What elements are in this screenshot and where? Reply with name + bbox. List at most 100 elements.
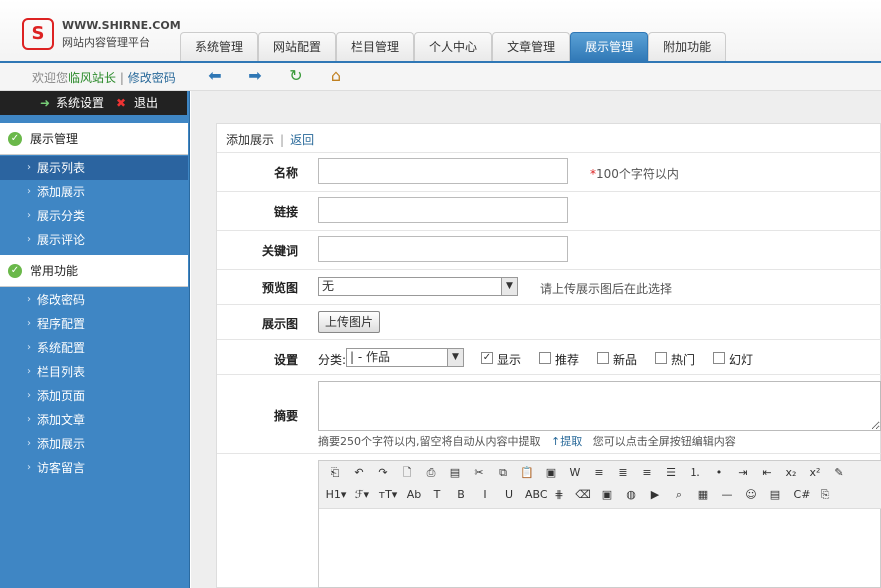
italic-icon[interactable]: I [477, 487, 493, 503]
code-icon[interactable]: C# [791, 487, 813, 503]
new-label: 新品 [613, 353, 638, 367]
sidebar-item-showcase-list[interactable]: › 展示列表 [0, 156, 188, 180]
panel-title: 添加展示 | 返回 [226, 131, 314, 148]
image-icon[interactable]: ▣ [599, 487, 615, 503]
emoticon-icon[interactable]: ☺ [743, 487, 759, 503]
section-title: 展示管理 [30, 132, 79, 146]
print-icon[interactable]: ⎙ [423, 465, 439, 481]
justify-icon[interactable]: ☰ [663, 465, 679, 481]
sidebar-item-change-password[interactable]: › 修改密码 [0, 288, 188, 312]
sidebar-item-add-page[interactable]: › 添加页面 [0, 384, 188, 408]
source-icon[interactable]: ⎗ [327, 465, 343, 481]
category-select[interactable]: | - 作品 ▼ [346, 348, 464, 367]
editor-toolbar: ⎗ ↶ ↷ 🗋 ⎙ ▤ ✂ ⧉ 📋 ▣ W ≡ ≣ ≡ ☰ ⒈ • ⇥ ⇤ x₂ x² ✎ H1▾ ℱ▾ тT▾ Ab T B I U AB… [319, 461, 881, 509]
preview-select[interactable]: 无 ▼ [318, 277, 518, 296]
align-right-icon[interactable]: ≡ [639, 465, 655, 481]
sidebar-item-guestbook[interactable]: › 访客留言 [0, 456, 188, 480]
flash-icon[interactable]: ◍ [623, 487, 639, 503]
extract-link[interactable]: ↑提取 [551, 435, 582, 448]
refresh-icon[interactable]: ↻ [287, 67, 305, 85]
name-input[interactable] [318, 158, 568, 184]
sidebar-item-showcase-category[interactable]: › 展示分类 [0, 204, 188, 228]
sidebar-item-program-config[interactable]: › 程序配置 [0, 312, 188, 336]
tab-columns[interactable]: 栏目管理 [336, 32, 415, 62]
summary-textarea[interactable] [318, 381, 881, 431]
arrow-right-icon[interactable]: ➡ [246, 67, 264, 85]
align-left-icon[interactable]: ≡ [591, 465, 607, 481]
pagebreak-icon[interactable]: ⎘ [817, 487, 833, 503]
strikethrough-icon[interactable]: ABC [525, 487, 548, 503]
unordered-list-icon[interactable]: • [711, 465, 727, 481]
arrow-left-icon[interactable]: ⬅ [206, 67, 224, 85]
section-common[interactable]: ✓ 常用功能 [0, 255, 188, 287]
home-icon[interactable]: ⌂ [327, 67, 345, 85]
name-hint: *100个字符以内 [590, 165, 679, 182]
sidebar-item-add-article[interactable]: › 添加文章 [0, 408, 188, 432]
settings-icon: ➜ [40, 96, 51, 110]
tab-articles[interactable]: 文章管理 [492, 32, 571, 62]
check-icon: ✓ [8, 264, 22, 278]
bold-icon[interactable]: B [453, 487, 469, 503]
bullet-icon: › [27, 462, 31, 473]
attachment-icon[interactable]: ⌕ [671, 487, 687, 503]
back-link[interactable]: 返回 [290, 133, 314, 147]
tab-showcase[interactable]: 展示管理 [570, 32, 649, 62]
image-label: 展示图 [261, 317, 298, 331]
redo-icon[interactable]: ↷ [375, 465, 391, 481]
tab-system[interactable]: 系统管理 [180, 32, 259, 62]
slide-checkbox[interactable] [713, 352, 725, 364]
bullet-icon: › [27, 294, 31, 305]
copy-icon[interactable]: ⧉ [495, 465, 511, 481]
underline-icon[interactable]: U [501, 487, 517, 503]
tab-extras[interactable]: 附加功能 [648, 32, 727, 62]
link-input[interactable] [318, 197, 568, 223]
font-family-icon[interactable]: ℱ▾ [351, 487, 373, 503]
media-icon[interactable]: ▶ [647, 487, 663, 503]
paste-word-icon[interactable]: W [567, 465, 583, 481]
undo-icon[interactable]: ↶ [351, 465, 367, 481]
sidebar-item-label: 添加页面 [37, 389, 86, 403]
sidebar-item-add-showcase-2[interactable]: › 添加展示 [0, 432, 188, 456]
sidebar-item-add-showcase[interactable]: › 添加展示 [0, 180, 188, 204]
ordered-list-icon[interactable]: ⒈ [687, 465, 703, 481]
keywords-input[interactable] [318, 236, 568, 262]
hr-icon[interactable]: — [719, 487, 735, 503]
change-password-link[interactable]: 修改密码 [128, 71, 176, 85]
hot-label: 热门 [671, 353, 696, 367]
indent-icon[interactable]: ⇥ [735, 465, 751, 481]
chevron-down-icon: ▼ [501, 278, 517, 295]
hot-checkbox[interactable] [655, 352, 667, 364]
line-height-icon[interactable]: ⋕ [551, 487, 567, 503]
map-icon[interactable]: ▤ [767, 487, 783, 503]
outdent-icon[interactable]: ⇤ [759, 465, 775, 481]
superscript-icon[interactable]: x² [807, 465, 823, 481]
remove-format-icon[interactable]: ⌫ [575, 487, 591, 503]
section-showcase[interactable]: ✓ 展示管理 [0, 123, 188, 155]
table-icon[interactable]: ▦ [695, 487, 711, 503]
tab-site-config[interactable]: 网站配置 [258, 32, 337, 62]
template-icon[interactable]: ▤ [447, 465, 463, 481]
user-link[interactable]: 临风站长 [68, 71, 116, 85]
heading-icon[interactable]: H1▾ [325, 487, 347, 503]
main-nav: 系统管理 网站配置 栏目管理 个人中心 文章管理 展示管理 附加功能 [180, 32, 727, 62]
sidebar-item-showcase-comments[interactable]: › 展示评论 [0, 228, 188, 252]
sidebar-item-column-list[interactable]: › 栏目列表 [0, 360, 188, 384]
paste-icon[interactable]: 📋 [519, 465, 535, 481]
sidebar-item-system-config[interactable]: › 系统配置 [0, 336, 188, 360]
font-color-icon[interactable]: Ab [403, 487, 425, 503]
tab-personal[interactable]: 个人中心 [414, 32, 493, 62]
font-size-icon[interactable]: тT▾ [377, 487, 399, 503]
subscript-icon[interactable]: x₂ [783, 465, 799, 481]
clear-format-icon[interactable]: ✎ [831, 465, 847, 481]
system-settings-button[interactable]: 系统设置 [56, 91, 104, 115]
highlight-icon[interactable]: T [429, 487, 445, 503]
paste-plain-icon[interactable]: ▣ [543, 465, 559, 481]
new-checkbox[interactable] [597, 352, 609, 364]
show-checkbox[interactable]: ✓ [481, 352, 493, 364]
recommend-checkbox[interactable] [539, 352, 551, 364]
preview-icon[interactable]: 🗋 [399, 465, 415, 481]
cut-icon[interactable]: ✂ [471, 465, 487, 481]
upload-image-button[interactable]: 上传图片 [318, 311, 381, 333]
logout-button[interactable]: 退出 [134, 91, 158, 115]
align-center-icon[interactable]: ≣ [615, 465, 631, 481]
